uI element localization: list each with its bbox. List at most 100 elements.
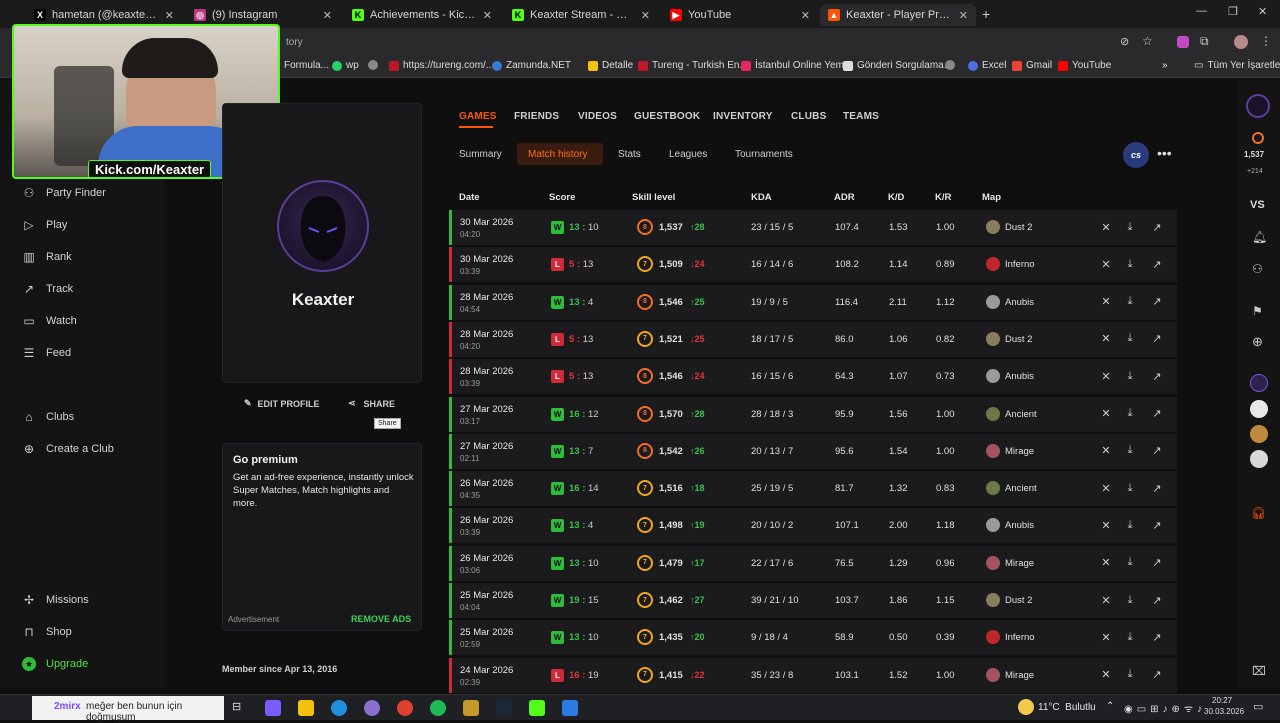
bookmark[interactable]: Excel: [968, 60, 1006, 71]
close-icon[interactable]: ✕: [641, 9, 650, 22]
app-icon[interactable]: [562, 700, 578, 716]
download-icon[interactable]: ⤓: [1123, 369, 1137, 383]
chrome-icon[interactable]: [397, 700, 413, 716]
table-row[interactable]: 28 Mar 2026 03:39 L 5 : 13 8 1,546 ↓24 16 / 15 …: [449, 359, 1177, 395]
extension-icon[interactable]: [1177, 36, 1189, 48]
notification-icon[interactable]: ▭: [1253, 700, 1263, 713]
subtab-leagues[interactable]: Leagues: [669, 149, 707, 160]
browser-tab[interactable]: X hametan (@keaxter) adlı kullan ✕: [26, 4, 182, 26]
sidebar-item-party-finder[interactable]: ⚇ Party Finder: [22, 186, 106, 200]
user-avatar-icon[interactable]: [1246, 94, 1270, 118]
spotify-icon[interactable]: [430, 700, 446, 716]
external-link-icon[interactable]: ↗: [1150, 220, 1164, 234]
external-link-icon[interactable]: ↗: [1150, 630, 1164, 644]
bookmark[interactable]: Gmail: [1012, 60, 1052, 71]
close-icon[interactable]: ✕: [165, 9, 174, 22]
app-icon[interactable]: [364, 700, 380, 716]
edit-profile-button[interactable]: ✎ EDIT PROFILE: [244, 398, 320, 409]
edge-icon[interactable]: [331, 700, 347, 716]
tab-games[interactable]: GAMES: [459, 111, 497, 122]
share-button[interactable]: ⋖ SHARE: [348, 398, 395, 409]
sidebar-item-missions[interactable]: ✢ Missions: [22, 593, 89, 607]
file-explorer-icon[interactable]: [298, 700, 314, 716]
friend-avatar[interactable]: [1250, 450, 1268, 468]
window-close-icon[interactable]: ✕: [1258, 5, 1267, 18]
sidebar-item-rank[interactable]: ▥ Rank: [22, 250, 71, 264]
close-icon[interactable]: ✕: [323, 9, 332, 22]
sidebar-item-upgrade[interactable]: ★ Upgrade: [22, 657, 88, 671]
table-row[interactable]: 25 Mar 2026 02:59 W 13 : 10 7 1,435 ↑20 9 / 18 …: [449, 620, 1177, 656]
plus-circle-icon[interactable]: ⊕: [1252, 334, 1263, 350]
bookmark[interactable]: wp: [332, 60, 359, 71]
browser-tab[interactable]: K Achievements - Kick Dashboard ✕: [344, 4, 500, 26]
eye-off-icon[interactable]: ⊘: [1120, 35, 1129, 48]
sidebar-item-track[interactable]: ↗ Track: [22, 282, 73, 296]
bell-icon[interactable]: 🔔︎: [1252, 230, 1267, 244]
close-icon[interactable]: ✕: [1099, 556, 1113, 570]
task-view-icon[interactable]: ⊟: [232, 700, 248, 716]
kick-icon[interactable]: [529, 700, 545, 716]
menu-dots-icon[interactable]: ⋮: [1260, 34, 1272, 48]
close-icon[interactable]: ✕: [1099, 220, 1113, 234]
table-row[interactable]: 30 Mar 2026 03:39 L 5 : 13 7 1,509 ↓24 16 / 14 …: [449, 247, 1177, 283]
friend-avatar[interactable]: [1250, 425, 1268, 443]
sidebar-item-shop[interactable]: ⊓ Shop: [22, 625, 71, 639]
tab-friends[interactable]: FRIENDS: [514, 111, 559, 122]
bookmark[interactable]: Gönderi Sorgulama...: [843, 60, 952, 71]
download-icon[interactable]: ⤓: [1123, 481, 1137, 495]
external-link-icon[interactable]: ↗: [1150, 668, 1164, 682]
external-link-icon[interactable]: ↗: [1150, 332, 1164, 346]
bookmark[interactable]: Formula...: [284, 60, 329, 71]
close-icon[interactable]: ✕: [1099, 518, 1113, 532]
table-row[interactable]: 26 Mar 2026 03:39 W 13 : 4 7 1,498 ↑19 20 / 10 …: [449, 508, 1177, 544]
remove-ads-button[interactable]: REMOVE ADS: [351, 614, 411, 624]
bookmark[interactable]: https://tureng.com/...: [389, 60, 494, 71]
bookmark[interactable]: İstanbul Online Yem...: [741, 60, 852, 71]
tray-icons[interactable]: ◉▭⊞♪⊕ᯤ♪: [1124, 701, 1206, 715]
tab-clubs[interactable]: CLUBS: [791, 111, 826, 122]
browser-tab[interactable]: ▲ Keaxter - Player Profile - FACEI ✕: [820, 4, 976, 26]
clock-time[interactable]: 20:27: [1212, 696, 1232, 705]
bookmark[interactable]: Detalle: [588, 60, 633, 71]
close-icon[interactable]: ✕: [483, 9, 492, 22]
headset-icon[interactable]: 🎧︎: [1251, 506, 1266, 520]
close-icon[interactable]: ✕: [1099, 369, 1113, 383]
chevron-right-icon[interactable]: »: [1162, 60, 1168, 71]
tray-chevron-icon[interactable]: ⌃: [1106, 701, 1114, 712]
puzzle-icon[interactable]: ⧉: [1200, 34, 1209, 49]
browser-tab[interactable]: ◎ (9) Instagram ✕: [186, 4, 340, 26]
bookmark[interactable]: Zamunda.NET: [492, 60, 571, 71]
external-link-icon[interactable]: ↗: [1150, 481, 1164, 495]
external-link-icon[interactable]: ↗: [1150, 257, 1164, 271]
subtab-tournaments[interactable]: Tournaments: [735, 149, 793, 160]
browser-tab[interactable]: ▶ YouTube ✕: [662, 4, 818, 26]
close-icon[interactable]: ✕: [959, 9, 968, 22]
external-link-icon[interactable]: ↗: [1150, 556, 1164, 570]
copilot-icon[interactable]: [265, 700, 281, 716]
table-row[interactable]: 26 Mar 2026 03:06 W 13 : 10 7 1,479 ↑17 22 / 17…: [449, 545, 1177, 581]
table-row[interactable]: 25 Mar 2026 04:04 W 19 : 15 7 1,462 ↑27 39 / 21…: [449, 583, 1177, 618]
tab-guestbook[interactable]: GUESTBOOK: [634, 111, 700, 122]
subtab-stats[interactable]: Stats: [618, 149, 641, 160]
table-row[interactable]: 28 Mar 2026 04:54 W 13 : 4 8 1,546 ↑25 19 / 9 /…: [449, 284, 1177, 320]
close-icon[interactable]: ✕: [1099, 444, 1113, 458]
bookmark[interactable]: Tureng - Turkish En...: [638, 60, 748, 71]
weather-text[interactable]: 11°C Bulutlu: [1038, 702, 1096, 713]
minimize-icon[interactable]: —: [1196, 5, 1207, 17]
more-dots-icon[interactable]: •••: [1157, 145, 1172, 161]
subtab-match-history[interactable]: Match history: [528, 149, 587, 160]
sidebar-item-create-club[interactable]: ⊕ Create a Club: [22, 442, 114, 456]
download-icon[interactable]: ⤓: [1123, 444, 1137, 458]
close-icon[interactable]: ✕: [1099, 668, 1113, 682]
table-row[interactable]: 27 Mar 2026 03:17 W 16 : 12 8 1,570 ↑28 28 / 18…: [449, 396, 1177, 432]
download-icon[interactable]: ⤓: [1123, 220, 1137, 234]
browser-tab[interactable]: K Keaxter Stream - Watch Live on ✕: [504, 4, 658, 26]
download-icon[interactable]: ⤓: [1123, 332, 1137, 346]
friend-avatar[interactable]: [1250, 400, 1268, 418]
close-icon[interactable]: ✕: [801, 9, 810, 22]
download-icon[interactable]: ⤓: [1123, 593, 1137, 607]
profile-avatar-icon[interactable]: [1234, 35, 1248, 49]
download-icon[interactable]: ⤓: [1123, 257, 1137, 271]
table-row[interactable]: 30 Mar 2026 04:20 W 13 : 10 8 1,537 ↑28 23 / 15…: [449, 210, 1177, 245]
bookmark[interactable]: YouTube: [1058, 60, 1111, 71]
